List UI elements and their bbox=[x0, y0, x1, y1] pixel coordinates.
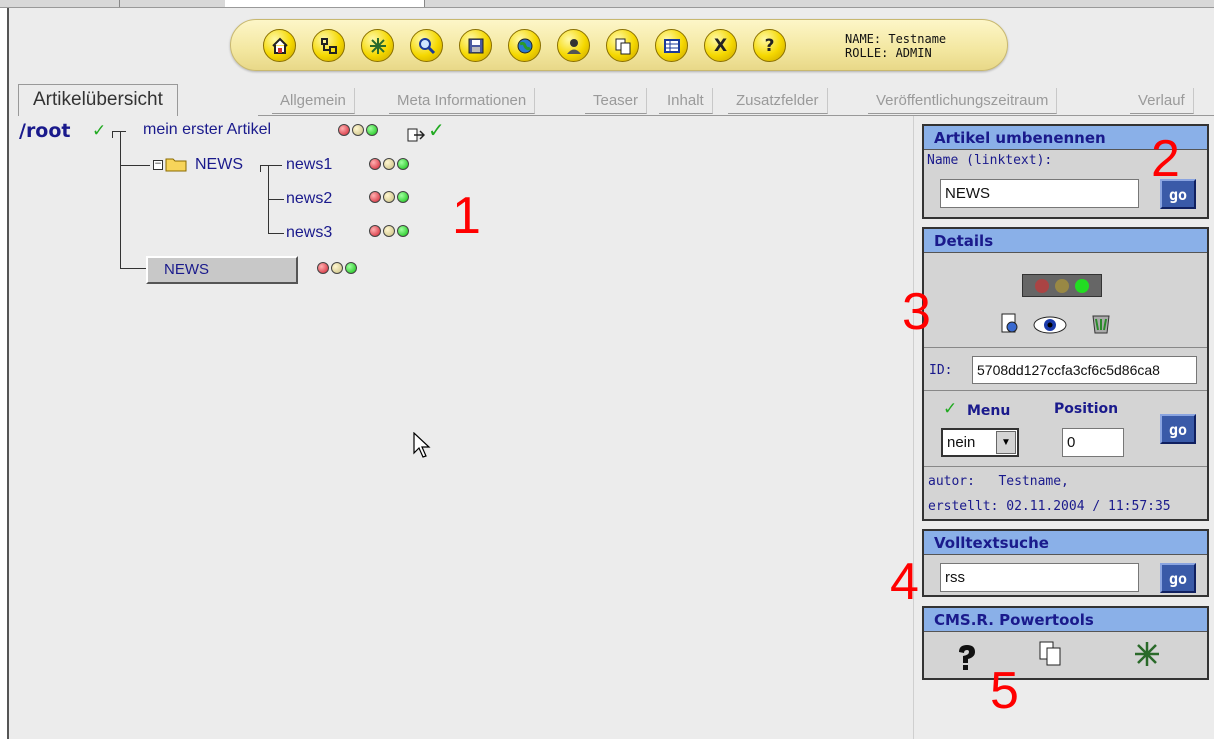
tab-teaser[interactable]: Teaser bbox=[585, 88, 648, 114]
edit-document-icon[interactable] bbox=[1000, 312, 1022, 336]
tree-item-news3[interactable]: news3 bbox=[286, 224, 332, 242]
position-input[interactable]: 0 bbox=[1062, 428, 1124, 457]
tree-item-news1[interactable]: news1 bbox=[286, 156, 332, 174]
rename-input[interactable]: NEWS bbox=[940, 179, 1139, 208]
sitemap-icon[interactable] bbox=[361, 29, 394, 62]
tree-item-news2[interactable]: news2 bbox=[286, 190, 332, 208]
table-icon[interactable] bbox=[655, 29, 688, 62]
preview-eye-icon[interactable] bbox=[1032, 314, 1068, 336]
tab-inhalt[interactable]: Inhalt bbox=[659, 88, 713, 114]
collapse-toggle[interactable]: − bbox=[153, 160, 163, 170]
divider bbox=[924, 347, 1207, 348]
search-go-button[interactable]: go bbox=[1160, 563, 1196, 593]
user-info: NAME: Testname ROLLE: ADMIN bbox=[845, 32, 946, 60]
tree-line bbox=[260, 165, 261, 172]
search-icon[interactable] bbox=[410, 29, 443, 62]
mouse-cursor-icon bbox=[413, 432, 431, 458]
check-icon: ✓ bbox=[92, 121, 107, 141]
tree-line bbox=[112, 131, 113, 138]
traffic-light-icon bbox=[1022, 274, 1102, 297]
tab-verlauf[interactable]: Verlauf bbox=[1130, 88, 1194, 114]
tab-bar: Artikelübersicht Allgemein Meta Informat… bbox=[8, 84, 1214, 116]
folder-icon bbox=[165, 158, 187, 172]
rename-node-button[interactable]: NEWS bbox=[146, 256, 298, 284]
tree-line bbox=[268, 199, 284, 200]
search-panel-title: Volltextsuche bbox=[924, 531, 1207, 555]
search-input[interactable]: rss bbox=[940, 563, 1139, 592]
tree-line bbox=[112, 131, 126, 132]
help-icon[interactable]: ? bbox=[753, 29, 786, 62]
home-icon[interactable] bbox=[263, 29, 296, 62]
menu-select[interactable]: nein ▼ bbox=[941, 428, 1019, 457]
chevron-down-icon[interactable]: ▼ bbox=[996, 431, 1016, 454]
details-go-button[interactable]: go bbox=[1160, 414, 1196, 444]
created-info: erstellt: 02.11.2004 / 11:57:35 bbox=[928, 499, 1171, 514]
menu-select-value: nein bbox=[947, 434, 976, 451]
close-icon[interactable]: X bbox=[704, 29, 737, 62]
position-label: Position bbox=[1054, 401, 1119, 417]
move-article-icon[interactable] bbox=[405, 125, 425, 143]
copy-tool-icon[interactable] bbox=[1038, 640, 1064, 668]
tab-zusatzfelder[interactable]: Zusatzfelder bbox=[728, 88, 828, 114]
menu-label: Menu bbox=[967, 403, 1011, 419]
author-info: autor: Testname, bbox=[928, 474, 1069, 489]
divider bbox=[924, 466, 1207, 467]
annotation-number: 1 bbox=[452, 187, 481, 245]
user-icon[interactable] bbox=[557, 29, 590, 62]
annotation-number: 2 bbox=[1151, 130, 1180, 188]
user-name: NAME: Testname bbox=[845, 32, 947, 46]
strip-segment bbox=[100, 0, 120, 7]
status-lights bbox=[369, 158, 409, 170]
user-role: ROLLE: ADMIN bbox=[845, 46, 932, 60]
sitemap-tool-icon[interactable] bbox=[1133, 640, 1161, 668]
strip-field bbox=[225, 0, 425, 7]
tree-line bbox=[120, 131, 121, 268]
tab-artikeluebersicht[interactable]: Artikelübersicht bbox=[18, 84, 178, 116]
status-lights bbox=[338, 124, 378, 136]
copy-icon[interactable] bbox=[606, 29, 639, 62]
tree-folder-news[interactable]: NEWS bbox=[195, 156, 243, 174]
powertools-panel-title: CMS.R. Powertools bbox=[924, 608, 1207, 632]
details-panel-title: Details bbox=[924, 229, 1207, 253]
id-input[interactable]: 5708dd127ccfa3cf6c5d86ca8 bbox=[972, 356, 1197, 384]
tree-line bbox=[260, 165, 282, 166]
tree-item-first-article[interactable]: mein erster Artikel bbox=[143, 121, 271, 139]
tree-line bbox=[120, 268, 146, 269]
id-label: ID: bbox=[929, 363, 953, 378]
tree-line bbox=[268, 233, 284, 234]
menu-check-icon: ✓ bbox=[943, 399, 958, 419]
tree-root[interactable]: /root bbox=[19, 120, 71, 142]
tree-line bbox=[120, 165, 150, 166]
browser-top-strip bbox=[0, 0, 1214, 8]
check-icon: ✓ bbox=[428, 118, 445, 142]
rename-field-label: Name (linktext): bbox=[927, 153, 1053, 168]
globe-icon[interactable] bbox=[508, 29, 541, 62]
tree-structure-icon[interactable] bbox=[312, 29, 345, 62]
status-lights bbox=[317, 262, 357, 274]
trash-icon[interactable] bbox=[1088, 310, 1114, 336]
annotation-number: 3 bbox=[902, 283, 931, 341]
status-lights bbox=[369, 225, 409, 237]
help-tool-icon[interactable] bbox=[953, 642, 979, 672]
annotation-number: 4 bbox=[890, 553, 919, 611]
status-lights bbox=[369, 191, 409, 203]
save-icon[interactable] bbox=[459, 29, 492, 62]
annotation-number: 5 bbox=[990, 662, 1019, 720]
tab-meta-informationen[interactable]: Meta Informationen bbox=[389, 88, 536, 114]
divider bbox=[924, 390, 1207, 391]
tab-allgemein[interactable]: Allgemein bbox=[272, 88, 355, 114]
tab-veroeffentlichungszeitraum[interactable]: Veröffentlichungszeitraum bbox=[868, 88, 1058, 114]
main-toolbar: X ? NAME: Testname ROLLE: ADMIN bbox=[230, 19, 1008, 71]
